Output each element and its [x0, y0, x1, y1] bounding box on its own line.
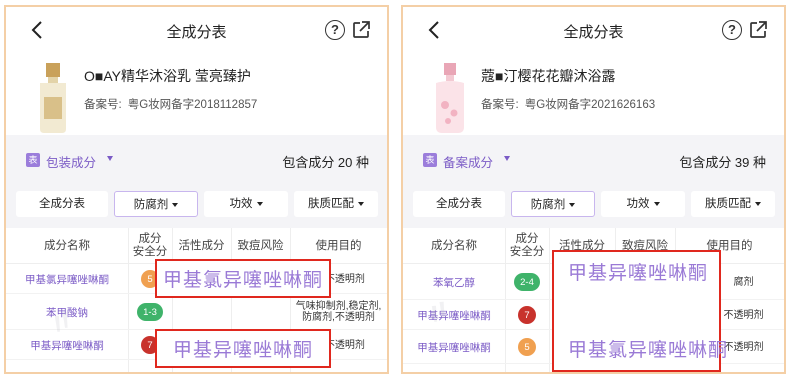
- record-value: 粤G妆网备字2018112857: [127, 99, 258, 111]
- table-row[interactable]: 苯甲酸钠 1-3 气味抑制剂,稳定剂, 防腐剂,不透明剂: [6, 294, 387, 330]
- record-number: 备案号: 粤G妆网备字2021626163: [481, 96, 655, 112]
- ingredient-name[interactable]: 甲基氯异噻唑啉酮: [6, 264, 128, 294]
- filter-tabs: 全成分表 防腐剂 功效 肤质匹配: [403, 191, 784, 219]
- record-label: 备案号:: [481, 99, 519, 111]
- table-tag-icon: 表: [423, 153, 437, 167]
- chevron-down-icon: [569, 202, 576, 207]
- highlight-text: 甲基异噻唑啉酮: [568, 263, 709, 284]
- record-value: 粤G妆网备字2021626163: [524, 99, 656, 111]
- highlight-annotation: 甲基异噻唑啉酮 甲基氯异噻唑啉酮: [552, 250, 727, 372]
- chevron-down-icon: [172, 202, 179, 207]
- ingredient-name[interactable]: 苯甲酸钠: [6, 294, 128, 330]
- record-number: 备案号: 粤G妆网备字2018112857: [84, 96, 257, 112]
- ingredient-kind-selector[interactable]: 备案成分: [443, 152, 493, 171]
- chevron-down-icon: [256, 201, 263, 206]
- chevron-down-icon[interactable]: [504, 156, 510, 161]
- tab-preservative[interactable]: 防腐剂: [114, 191, 198, 217]
- top-nav: 全成分表 ?: [6, 7, 387, 55]
- product-bottle-image: [40, 63, 66, 133]
- tab-skin-match[interactable]: 肤质匹配: [691, 191, 775, 217]
- ingredient-count: 包含成分 39 种: [679, 155, 766, 170]
- column-header: 成分 安全分: [509, 233, 545, 258]
- chevron-down-icon[interactable]: [107, 156, 113, 161]
- filter-tabs: 全成分表 防腐剂 功效 肤质匹配: [6, 191, 387, 219]
- share-icon[interactable]: [748, 20, 768, 40]
- safety-score-badge: 5: [518, 338, 536, 356]
- chevron-down-icon: [358, 201, 364, 206]
- safety-score-cell: 1-3: [128, 294, 172, 330]
- help-icon[interactable]: ?: [722, 20, 742, 40]
- tab-efficacy[interactable]: 功效: [601, 191, 685, 217]
- safety-score-cell: 5: [505, 330, 549, 364]
- ingredient-summary: 表 包装成分 包含成分 20 种: [16, 147, 377, 179]
- highlight-annotation: 甲基异噻唑啉酮: [155, 329, 331, 368]
- product-card[interactable]: 蔻■汀樱花花瓣沐浴露 备案号: 粤G妆网备字2021626163: [403, 57, 784, 139]
- ingredient-summary: 表 备案成分 包含成分 39 种: [413, 147, 774, 179]
- chevron-down-icon: [755, 201, 761, 206]
- right-ingredient-panel: 全成分表 ? 蔻■汀樱花花瓣沐浴露 备案号: 粤G妆网备字2021626163 表…: [401, 5, 786, 374]
- tab-full-list[interactable]: 全成分表: [413, 191, 505, 217]
- safety-score-badge: 1-3: [137, 303, 163, 321]
- product-bottle-image: [436, 63, 464, 133]
- safety-score-badge: 7: [518, 306, 536, 324]
- tab-skin-match[interactable]: 肤质匹配: [294, 191, 378, 217]
- safety-score-cell: 2-4: [505, 264, 549, 300]
- tab-label: 防腐剂: [530, 199, 566, 211]
- safety-score-cell: 7: [505, 300, 549, 330]
- product-name: O■AY精华沐浴乳 莹亮臻护: [84, 68, 251, 84]
- tab-efficacy[interactable]: 功效: [204, 191, 288, 217]
- ingredient-count: 包含成分 20 种: [282, 155, 369, 170]
- tab-label: 全成分表: [39, 198, 85, 210]
- column-header: 成分名称: [44, 239, 90, 252]
- ingredient-name[interactable]: 甲基异噻唑啉酮: [403, 300, 505, 330]
- ingredient-name[interactable]: 苯氧乙醇: [403, 264, 505, 300]
- highlight-annotation: 甲基氯异噻唑啉酮: [155, 259, 331, 298]
- tab-label: 功效: [229, 198, 253, 210]
- left-ingredient-panel: 全成分表 ? O■AY精华沐浴乳 莹亮臻护 备案号: 粤G妆网备字20181128…: [4, 5, 389, 374]
- table-tag-icon: 表: [26, 153, 40, 167]
- safety-score-badge: 2-4: [514, 273, 540, 291]
- ingredient-kind-selector[interactable]: 包装成分: [46, 152, 96, 171]
- usage-purpose: 气味抑制剂,稳定剂, 防腐剂,不透明剂: [295, 301, 382, 323]
- tab-label: 肤质匹配: [308, 198, 354, 210]
- highlight-text: 甲基氯异噻唑啉酮: [568, 340, 729, 361]
- record-label: 备案号:: [84, 99, 122, 111]
- tab-label: 肤质匹配: [705, 198, 751, 210]
- product-card[interactable]: O■AY精华沐浴乳 莹亮臻护 备案号: 粤G妆网备字2018112857: [6, 57, 387, 139]
- top-nav: 全成分表 ?: [403, 7, 784, 55]
- chevron-down-icon: [653, 201, 660, 206]
- ingredient-name[interactable]: 甲基异噻唑啉酮: [403, 330, 505, 364]
- share-icon[interactable]: [351, 20, 371, 40]
- tab-label: 功效: [626, 198, 650, 210]
- product-name: 蔻■汀樱花花瓣沐浴露: [481, 68, 616, 84]
- tab-full-list[interactable]: 全成分表: [16, 191, 108, 217]
- column-header: 成分名称: [431, 239, 477, 252]
- tab-label: 防腐剂: [133, 199, 169, 211]
- tab-preservative[interactable]: 防腐剂: [511, 191, 595, 217]
- help-icon[interactable]: ?: [325, 20, 345, 40]
- ingredient-name[interactable]: 甲基异噻唑啉酮: [6, 330, 128, 360]
- tab-label: 全成分表: [436, 198, 482, 210]
